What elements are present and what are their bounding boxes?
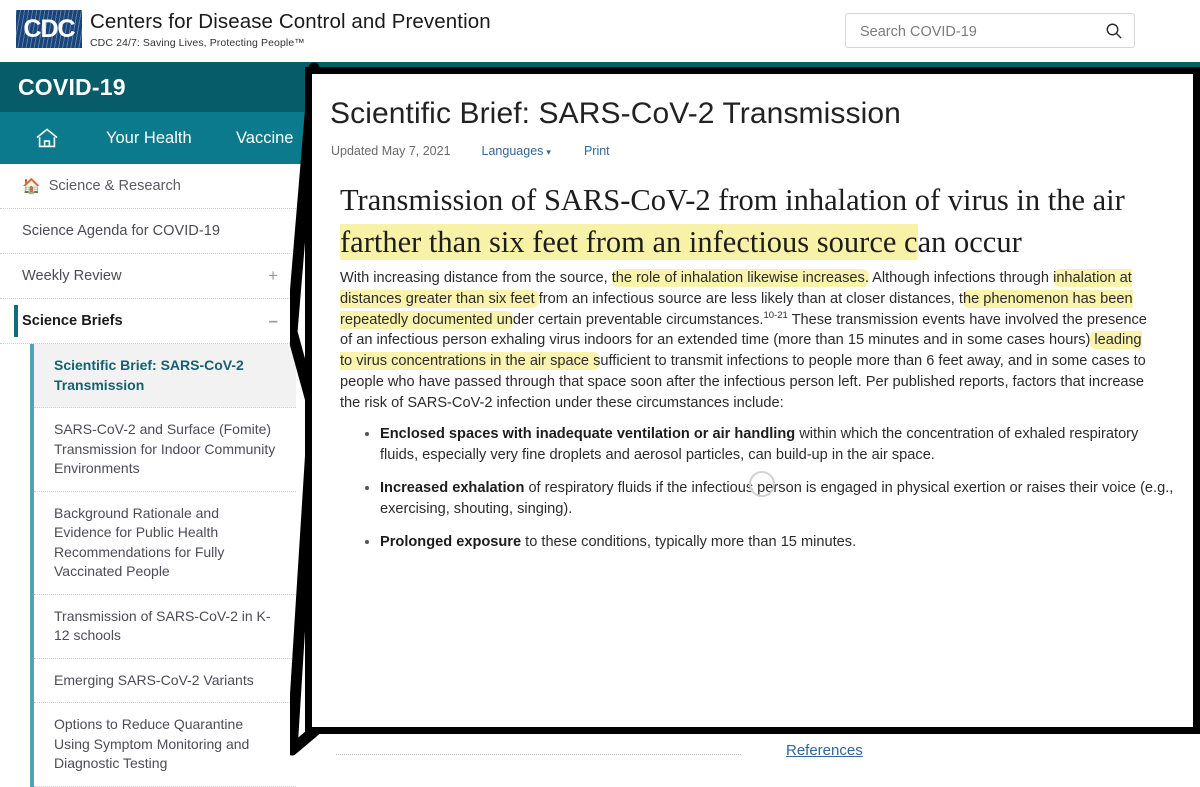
sidebar-item-science-agenda[interactable]: Science Agenda for COVID-19: [0, 209, 296, 254]
dotted-divider: [336, 754, 741, 755]
agency-tagline: CDC 24/7: Saving Lives, Protecting Peopl…: [90, 37, 305, 49]
list-item-bold: Increased exhalation: [380, 480, 525, 496]
sidebar-item-weekly-review[interactable]: Weekly Review: [0, 254, 296, 299]
print-button[interactable]: Print: [584, 144, 610, 158]
heading-part-3: an occur: [917, 225, 1022, 259]
sidebar-item-label: Weekly Review: [22, 268, 122, 284]
cursor-indicator: [749, 471, 775, 497]
home-icon: [36, 128, 58, 148]
sidebar-subitem-label: Emerging SARS-CoV-2 Variants: [54, 671, 254, 688]
list-item-bold: Enclosed spaces with inadequate ventilat…: [380, 426, 796, 442]
references-link[interactable]: References: [786, 742, 863, 759]
sidebar-item-label: Science Briefs: [22, 313, 123, 329]
agency-title-block: Centers for Disease Control and Preventi…: [90, 10, 491, 50]
languages-dropdown[interactable]: Languages: [482, 144, 544, 158]
sidebar-subitem-label: Options to Reduce Quarantine Using Sympt…: [54, 716, 250, 771]
document-meta: Updated May 7, 2021 Languages ▾ Print: [331, 144, 610, 158]
sidebar-item-emerging-variants[interactable]: Emerging SARS-CoV-2 Variants: [34, 659, 296, 703]
nav-item-your-health[interactable]: Your Health: [106, 112, 192, 164]
cdc-logo[interactable]: CDC: [16, 10, 82, 48]
para-seg-7: der certain preventable circumstances.: [512, 311, 764, 328]
list-item-text: to these conditions, typically more than…: [521, 534, 857, 550]
list-item: Prolonged exposure to these conditions, …: [380, 532, 1180, 553]
document-view: Scientific Brief: SARS-CoV-2 Transmissio…: [312, 74, 1193, 727]
sidebar-item-label: Science Agenda for COVID-19: [22, 223, 220, 239]
heading-highlight: farther than six feet from an infectious…: [340, 224, 918, 260]
cdc-logo-text: CDC: [23, 14, 75, 43]
body-paragraph: With increasing distance from the source…: [340, 268, 1152, 414]
updated-date: Updated May 7, 2021: [331, 144, 451, 158]
sidebar-item-k12-schools[interactable]: Transmission of SARS-CoV-2 in K-12 schoo…: [34, 595, 296, 659]
reference-superscript[interactable]: 10-21: [763, 310, 787, 321]
section-heading: Transmission of SARS-CoV-2 from inhalati…: [340, 179, 1150, 263]
cdc-masthead: CDC Centers for Disease Control and Prev…: [0, 0, 1200, 62]
sidebar-subitem-label: Transmission of SARS-CoV-2 in K-12 schoo…: [54, 607, 271, 644]
para-seg-5: from an infectious source are less likel…: [538, 290, 963, 307]
sidebar-item-fomite-transmission[interactable]: SARS-CoV-2 and Surface (Fomite) Transmis…: [34, 408, 296, 492]
sidebar-subitem-label: Scientific Brief: SARS-CoV-2 Transmissio…: [54, 357, 244, 393]
sidebar-item-reduce-quarantine[interactable]: Options to Reduce Quarantine Using Sympt…: [34, 703, 296, 787]
agency-name: Centers for Disease Control and Preventi…: [90, 10, 491, 33]
sidebar-item-scientific-brief-transmission[interactable]: Scientific Brief: SARS-CoV-2 Transmissio…: [34, 344, 296, 408]
sidebar-subitem-label: SARS-CoV-2 and Surface (Fomite) Transmis…: [54, 421, 276, 476]
sidebar-item-background-rationale[interactable]: Background Rationale and Evidence for Pu…: [34, 492, 296, 595]
para-seg-1: With increasing distance from the source…: [340, 270, 612, 286]
list-item-bold: Prolonged exposure: [380, 534, 522, 550]
sidebar-subnav: Scientific Brief: SARS-CoV-2 Transmissio…: [0, 344, 296, 787]
list-item: Enclosed spaces with inadequate ventilat…: [380, 424, 1180, 466]
para-seg-3: Although infections through: [868, 270, 1054, 286]
home-icon: 🏠: [22, 177, 41, 195]
para-highlight-1: the role of inhalation likewise increase…: [611, 269, 869, 287]
sidebar-item-science-and-research[interactable]: 🏠 Science & Research: [0, 164, 296, 209]
callout-frame: Scientific Brief: SARS-CoV-2 Transmissio…: [305, 67, 1200, 734]
left-sidebar: 🏠 Science & Research Science Agenda for …: [0, 164, 296, 787]
page-title: Scientific Brief: SARS-CoV-2 Transmissio…: [330, 97, 901, 130]
nav-item-vaccine[interactable]: Vaccine: [236, 112, 293, 164]
sidebar-item-label: Science & Research: [48, 178, 181, 194]
list-item: Increased exhalation of respiratory flui…: [380, 478, 1180, 520]
search-box[interactable]: [845, 13, 1135, 49]
references-row: References: [336, 742, 1156, 766]
search-input[interactable]: [858, 14, 1094, 49]
sidebar-subitem-label: Background Rationale and Evidence for Pu…: [54, 504, 225, 580]
nav-home-button[interactable]: [34, 112, 60, 164]
search-icon[interactable]: [1105, 22, 1123, 40]
active-indicator-bar: [14, 305, 18, 337]
heading-part-1: Transmission of SARS-CoV-2 from inhalati…: [340, 183, 1125, 217]
covid19-banner-title: COVID-19: [18, 74, 126, 100]
sidebar-item-science-briefs[interactable]: Science Briefs: [0, 299, 296, 344]
chevron-down-icon[interactable]: ▾: [546, 147, 551, 158]
